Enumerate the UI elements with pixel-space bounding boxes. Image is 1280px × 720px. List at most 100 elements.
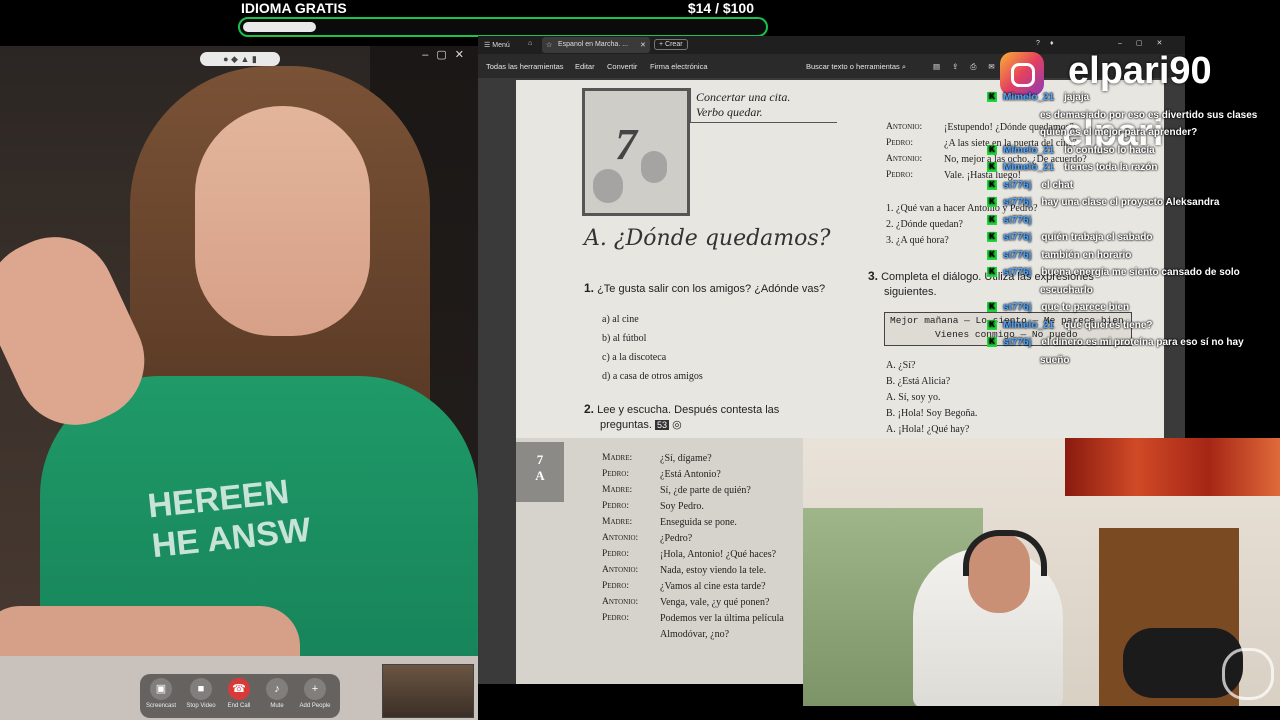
mute-button[interactable]: ♪ Mute [258,678,296,709]
convert-button[interactable]: Convertir [607,62,637,71]
footprint-icon [641,151,667,183]
screencast-button[interactable]: ▣ Screencast [142,678,180,709]
stop-video-button[interactable]: ■ Stop Video [182,678,220,709]
add-people-icon: + [304,678,326,700]
chat-text: quién trabaja el sabado [1041,232,1153,243]
search-icon: ⌕ [901,62,907,71]
end-call-button[interactable]: ☎ End Call [220,678,258,709]
chat-username[interactable]: st776j [1003,180,1031,191]
topic-line-1: Concertar una cita. [696,90,791,104]
add-people-button[interactable]: + Add People [296,678,334,709]
toolbar-icons[interactable]: ▤⇪⎙✉ [933,62,1007,72]
chat-text: es demasiado por eso es divertido sus cl… [1040,109,1258,121]
search-tools-label: Buscar texto o herramientas [806,62,900,71]
chat-badge-icon: K [987,179,997,190]
self-view-thumbnail[interactable] [382,664,474,718]
tab-document[interactable]: ☆ Espanol en Marcha. ... ✕ [542,37,650,53]
chat-text: el dinero es mi proteína para eso sí no … [1041,337,1244,348]
dialogue-speaker: Antonio: [602,597,639,607]
chat-text: sueño [1040,354,1070,366]
chat-username[interactable]: Mimelo_21 [1003,320,1054,331]
goal-progress-bar [238,17,768,37]
chat-message: escucharlo [1040,285,1093,296]
chat-text: buena energía me siento cansado de solo [1041,267,1240,278]
chat-username[interactable]: st776j [1003,197,1031,208]
right-dialogue-speaker: Antonio: [886,122,923,132]
goal-title: IDIOMA GRATIS [241,0,347,16]
streamer-webcam [803,438,1280,706]
dialogue-line: ¿Sí, dígame? [660,453,712,464]
chat-badge-icon: K [987,232,997,243]
dialogue-line: ¿Vamos al cine esta tarde? [660,581,766,592]
end-call-label: End Call [227,703,251,709]
donation-goal-widget: IDIOMA GRATIS $14 / $100 [238,0,768,38]
topic-line-2: Verbo quedar. [696,105,763,119]
chat-message: Kst776j [987,215,1041,226]
chat-username[interactable]: st776j [1003,215,1031,226]
all-tools-button[interactable]: Todas las herramientas [486,62,564,71]
audio-track-number: 53 [655,420,670,430]
search-tools-input[interactable]: Buscar texto o herramientas ⌕ [806,62,906,72]
section-title: A. ¿Dónde quedamos? [584,226,831,251]
chat-username[interactable]: st776j [1003,250,1031,261]
chat-username[interactable]: Mimelo_21 [1003,162,1054,173]
close-tab-icon[interactable]: ✕ [640,41,646,49]
dialogue-line: Podemos ver la última película [660,613,784,624]
chat-text: tienes toda la razón [1064,162,1158,173]
right-dialogue-speaker: Antonio: [886,154,923,164]
chat-message: K Mimelo_21 lo confuso lo hacía [987,145,1155,156]
dialogue-line: Enseguida se pone. [660,517,737,528]
footprint-icon [593,169,623,203]
dialogue-speaker: Pedro: [602,613,629,623]
sign-button[interactable]: Firma electrónica [650,62,708,71]
chat-badge-icon: K [987,267,997,278]
chat-message: sueño [1040,355,1069,366]
dialogue-line: ¡Hola, Antonio! ¿Qué haces? [660,549,777,560]
right-question-3: 3. ¿A qué hora? [886,235,949,246]
chat-message: Kst776j el chat [987,180,1073,191]
headphones [963,530,1047,576]
watermark-handle: elpari90 [1068,50,1212,92]
microphone-icon: ♪ [266,678,288,700]
menu-label: Menú [492,42,510,49]
dialogue-speaker: Pedro: [602,581,629,591]
video-icon: ■ [190,678,212,700]
goal-progress-fill [243,22,316,32]
dialogue-line: Almodóvar, ¿no? [660,629,730,640]
chat-username[interactable]: st776j [1003,232,1031,243]
edit-button[interactable]: Editar [575,62,595,71]
option-a: a) al cine [602,314,639,325]
chat-username[interactable]: st776j [1003,302,1031,313]
chat-username[interactable]: Mimelo_21 [1003,145,1054,156]
call-window-controls[interactable]: –▢✕ [422,48,472,61]
dialogue-speaker: Pedro: [602,501,629,511]
wall-painting [1065,438,1280,496]
chat-text: jajaja [1064,92,1090,103]
chat-badge-icon: K [987,337,997,348]
chat-badge-icon: K [987,214,997,225]
create-button[interactable]: + Crear [654,39,688,50]
topic-box: Concertar una cita. Verbo quedar. [690,88,837,123]
dialogue-line: Venga, vale, ¿y qué ponen? [660,597,770,608]
chat-text: que te parece bien [1041,302,1130,313]
question-3-text-b: siguientes. [884,286,937,298]
chat-message: Kst776j también en horario [987,250,1131,261]
call-status-icons[interactable]: ● ◆ ▲ ▮ [200,52,280,66]
chat-username[interactable]: st776j [1003,267,1031,278]
completion-line-5: A. ¡Hola! ¿Qué hay? [886,424,970,435]
chat-badge-icon: K [987,144,997,155]
home-icon[interactable]: ⌂ [528,40,532,47]
dialogue-speaker: Pedro: [602,469,629,479]
right-dialogue-speaker: Pedro: [886,170,913,180]
stop-video-label: Stop Video [186,703,216,709]
video-call-window: HEREEN HE ANSW ● ◆ ▲ ▮ –▢✕ ▣ Screencast … [0,46,478,720]
chat-username[interactable]: Mimelo_21 [1003,92,1054,103]
chat-username[interactable]: st776j [1003,337,1031,348]
chat-message: K Mimelo_21 tienes toda la razón [987,162,1158,173]
menu-button[interactable]: ☰ Menú [484,41,510,49]
dialogue-line: Soy Pedro. [660,501,704,512]
dialogue-line: ¿Está Antonio? [660,469,721,480]
channel-logo-icon [1222,648,1274,700]
dialogue-line: Sí, ¿de parte de quién? [660,485,751,496]
add-people-label: Add People [299,703,331,709]
